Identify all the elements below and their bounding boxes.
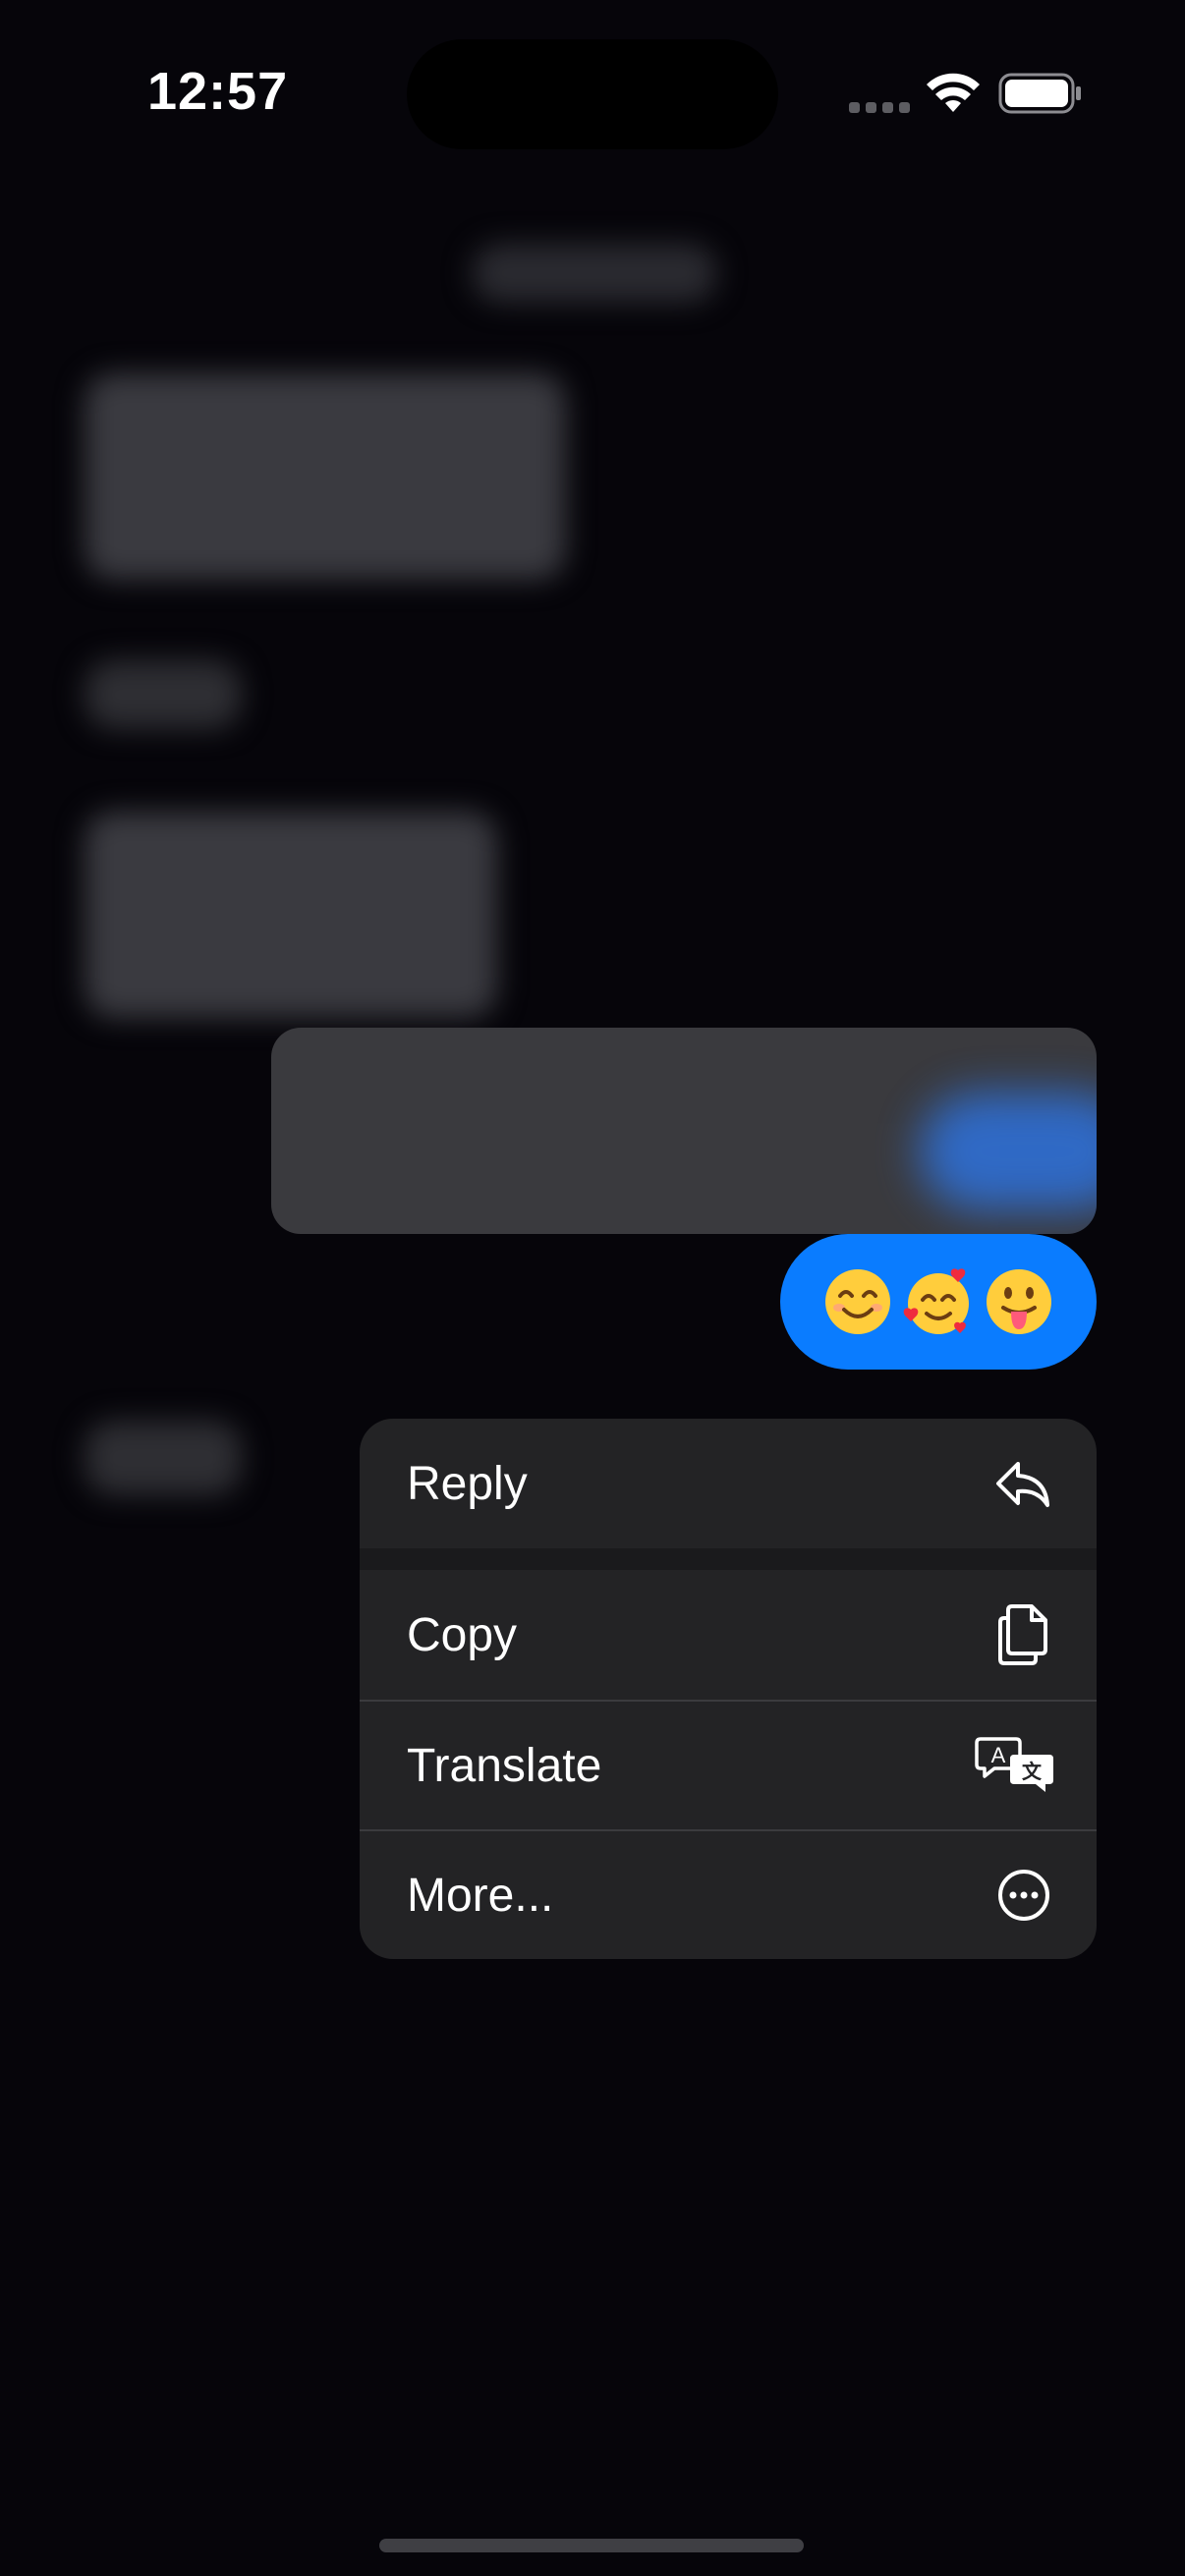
blurred-message-bubble: [85, 660, 242, 729]
translate-icon: A 文: [975, 1734, 1057, 1797]
blurred-message-bubble: [85, 1421, 242, 1495]
menu-item-translate[interactable]: Translate A 文: [360, 1702, 1097, 1829]
menu-item-label: Reply: [407, 1457, 528, 1510]
menu-item-label: More...: [407, 1869, 554, 1922]
reply-arrow-icon: [992, 1452, 1055, 1515]
menu-item-label: Copy: [407, 1608, 518, 1661]
message-context-menu: Reply Copy Translate A 文 More...: [360, 1419, 1097, 1959]
menu-item-label: Translate: [407, 1739, 602, 1792]
wifi-icon: [927, 73, 980, 112]
svg-text:文: 文: [1022, 1760, 1043, 1783]
dynamic-island: [407, 39, 778, 149]
status-time: 12:57: [147, 62, 289, 121]
blurred-contact-name: [472, 244, 717, 303]
smiling-face-emoji-icon: [825, 1269, 890, 1334]
more-ellipsis-circle-icon: [992, 1864, 1055, 1927]
blurred-message-bubble: [85, 373, 566, 580]
smiling-face-with-hearts-emoji-icon: [903, 1268, 969, 1334]
previous-message-bubble: [271, 1028, 1097, 1234]
battery-icon: [998, 73, 1081, 114]
home-indicator[interactable]: [379, 2539, 804, 2552]
messages-screen: 12:57 😊🥰😛: [0, 0, 1185, 2576]
cellular-signal-icon: [849, 102, 910, 113]
selected-message-bubble[interactable]: 😊🥰😛: [780, 1234, 1097, 1370]
svg-text:A: A: [991, 1743, 1006, 1767]
menu-item-more[interactable]: More...: [360, 1831, 1097, 1959]
blurred-message-bubble: [85, 812, 497, 1018]
menu-item-copy[interactable]: Copy: [360, 1570, 1097, 1700]
face-with-tongue-emoji-icon: [987, 1269, 1051, 1334]
blurred-bubble-glow: [920, 1092, 1097, 1210]
menu-section-gap: [360, 1548, 1097, 1570]
menu-item-reply[interactable]: Reply: [360, 1419, 1097, 1548]
copy-documents-icon: [992, 1603, 1055, 1666]
